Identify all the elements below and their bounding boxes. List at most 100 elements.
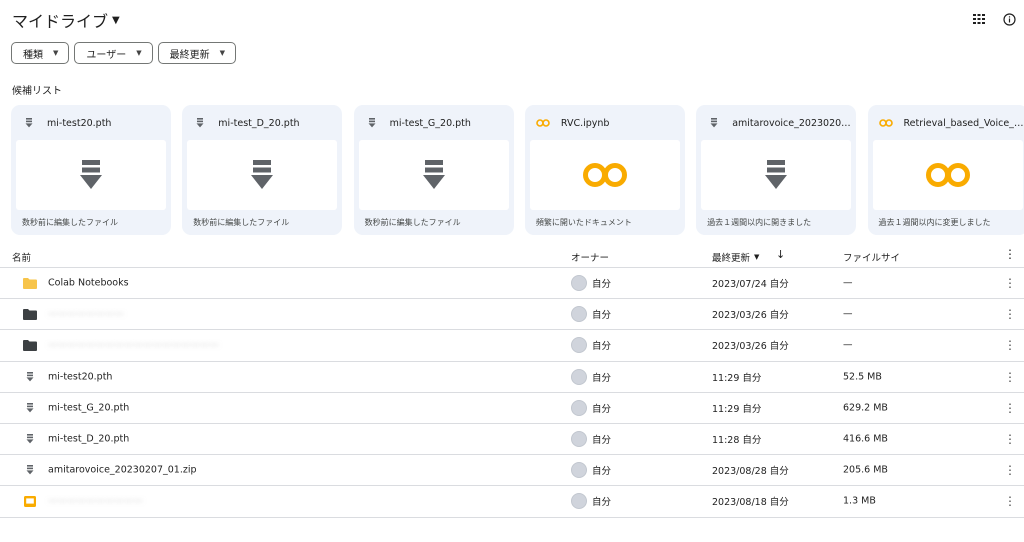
column-modified-label: 最終更新 <box>712 253 751 264</box>
card-subtitle: 数秒前に編集したファイル <box>193 218 290 227</box>
filter-type-label: 種類 <box>23 49 43 61</box>
card-subtitle: 過去１週間以内に変更しました <box>878 218 991 227</box>
card-header: amitarovoice_20230207... <box>696 105 856 141</box>
suggested-card[interactable]: mi-test20.pth 数秒前に編集したファイル <box>11 105 171 235</box>
row-owner-label: 自分 <box>592 372 612 384</box>
card-subtitle: 過去１週間以内に開きました <box>707 218 812 227</box>
avatar <box>571 493 587 510</box>
file-icon <box>23 401 37 415</box>
file-icon <box>365 118 379 128</box>
avatar <box>571 275 587 292</box>
row-size: 629.2 MB <box>843 402 888 414</box>
suggested-label: 候補リスト <box>12 86 62 97</box>
filter-modified-label: 最終更新 <box>169 49 210 61</box>
avatar <box>571 431 587 448</box>
card-title: RVC.ipynb <box>560 117 610 129</box>
filter-type-button[interactable]: 種類 ▼ <box>11 42 70 64</box>
file-large-icon <box>80 160 102 190</box>
suggested-card[interactable]: amitarovoice_20230207... 過去１週間以内に開きました <box>696 105 857 235</box>
caret-down-icon: ▼ <box>219 49 225 57</box>
filter-user-button[interactable]: ユーザー ▼ <box>74 42 153 64</box>
row-modified: 2023/07/24 自分 <box>712 279 789 291</box>
row-owner: 自分 <box>571 431 612 448</box>
row-modified: 11:28 自分 <box>712 435 762 447</box>
card-title: mi-test_G_20.pth <box>389 117 471 129</box>
card-header: RVC.ipynb <box>525 105 685 141</box>
column-modified[interactable]: 最終更新 ▼ <box>712 250 759 264</box>
row-name: ———————— <box>48 308 124 320</box>
suggested-cards: mi-test20.pth 数秒前に編集したファイル mi-test_D_20.pt… <box>11 105 1024 235</box>
row-owner-label: 自分 <box>592 279 612 291</box>
more-options-icon[interactable]: ⋮ <box>1004 401 1016 415</box>
card-thumbnail <box>701 140 852 210</box>
row-size: 205.6 MB <box>843 464 888 476</box>
more-options-icon[interactable]: ⋮ <box>1004 463 1016 477</box>
table-row[interactable]: mi-test20.pth 自分 11:29 自分 52.5 MB ⋮ <box>0 362 1024 393</box>
more-options-icon[interactable]: ⋮ <box>1004 276 1016 290</box>
row-size: 52.5 MB <box>843 371 882 383</box>
file-icon <box>707 118 721 128</box>
sort-arrow-icon[interactable]: ↓ <box>776 248 785 261</box>
table-row[interactable]: Colab Notebooks 自分 2023/07/24 自分 — ⋮ <box>0 268 1024 300</box>
row-modified: 2023/08/28 自分 <box>712 466 789 478</box>
row-name: —————————— <box>48 495 143 507</box>
column-owner[interactable]: オーナー <box>571 250 609 264</box>
chevron-down-icon: ▼ <box>112 14 120 26</box>
table-row[interactable]: mi-test_D_20.pth 自分 11:28 自分 416.6 MB ⋮ <box>0 424 1024 456</box>
row-owner: 自分 <box>571 275 612 292</box>
page-title-dropdown[interactable]: マイドライブ ▼ <box>12 8 120 32</box>
colab-icon <box>878 119 893 127</box>
more-options-icon[interactable]: ⋮ <box>1004 494 1016 508</box>
row-owner-label: 自分 <box>592 435 612 447</box>
suggested-card[interactable]: RVC.ipynb 頻繁に開いたドキュメント <box>524 105 685 235</box>
more-options-icon[interactable]: ⋮ <box>1004 370 1016 384</box>
table-row[interactable]: —————————————————— 自分 2023/03/26 自分 — ⋮ <box>0 330 1024 362</box>
table-row[interactable]: amitarovoice_20230207_01.zip 自分 2023/08/28… <box>0 455 1024 487</box>
row-size: 1.3 MB <box>843 495 876 507</box>
suggested-card[interactable]: Retrieval_based_Voice_C... 過去１週間以内に変更しました <box>867 105 1024 235</box>
row-owner-label: 自分 <box>592 310 612 322</box>
row-modified: 11:29 自分 <box>712 403 762 415</box>
file-icon <box>23 463 37 477</box>
row-owner: 自分 <box>571 306 612 323</box>
card-subtitle: 頻繁に開いたドキュメント <box>535 218 632 227</box>
table-row[interactable]: —————————— 自分 2023/08/18 自分 1.3 MB ⋮ <box>0 486 1024 518</box>
card-title: mi-test_D_20.pth <box>218 117 300 129</box>
header: マイドライブ ▼ <box>0 0 1024 40</box>
colab-icon <box>536 119 550 127</box>
suggested-card[interactable]: mi-test_D_20.pth 数秒前に編集したファイル <box>182 105 343 235</box>
row-name: mi-test_G_20.pth <box>48 402 130 414</box>
card-title: mi-test20.pth <box>47 117 112 129</box>
card-thumbnail <box>16 140 166 210</box>
row-name: mi-test_D_20.pth <box>48 433 130 445</box>
card-subtitle: 数秒前に編集したファイル <box>364 218 461 227</box>
more-options-icon[interactable]: ⋮ <box>1004 307 1016 321</box>
column-size[interactable]: ファイルサイ <box>843 250 900 264</box>
card-thumbnail <box>358 140 509 210</box>
table-row[interactable]: mi-test_G_20.pth 自分 11:29 自分 629.2 MB ⋮ <box>0 393 1024 424</box>
filter-modified-button[interactable]: 最終更新 ▼ <box>157 42 236 64</box>
caret-down-icon: ▼ <box>754 253 760 261</box>
row-modified: 2023/03/26 自分 <box>712 341 789 353</box>
row-owner: 自分 <box>571 337 612 354</box>
card-thumbnail <box>187 140 338 210</box>
avatar <box>571 306 587 323</box>
row-modified: 2023/08/18 自分 <box>712 497 789 509</box>
info-icon[interactable] <box>1002 12 1016 26</box>
row-size: — <box>843 308 853 320</box>
colab-large-icon <box>582 161 628 189</box>
row-owner: 自分 <box>571 399 611 416</box>
row-owner-label: 自分 <box>592 341 612 353</box>
folder-yellow-icon <box>23 276 37 290</box>
more-options-icon[interactable]: ⋮ <box>1004 338 1016 352</box>
more-options-icon[interactable]: ⋮ <box>1004 247 1016 261</box>
grid-view-icon[interactable] <box>972 12 986 26</box>
column-name[interactable]: 名前 <box>12 250 31 264</box>
row-modified: 2023/03/26 自分 <box>712 310 789 322</box>
folder-dark-icon <box>23 307 37 321</box>
row-name: amitarovoice_20230207_01.zip <box>48 464 197 476</box>
table-row[interactable]: ———————— 自分 2023/03/26 自分 — ⋮ <box>0 299 1024 331</box>
row-owner: 自分 <box>571 368 612 385</box>
more-options-icon[interactable]: ⋮ <box>1004 432 1016 446</box>
suggested-card[interactable]: mi-test_G_20.pth 数秒前に編集したファイル <box>353 105 514 235</box>
